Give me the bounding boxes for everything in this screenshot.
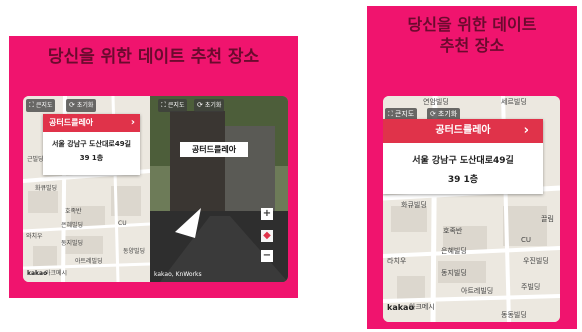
zoom-in-button[interactable]: + <box>261 208 273 220</box>
map-label: 연암빌딩 <box>423 98 449 106</box>
refresh-icon: ⟳ <box>197 101 203 109</box>
expand-icon: ⛶ <box>388 110 393 118</box>
map-label: 끌림 <box>541 215 554 223</box>
big-map-button[interactable]: ⛶ 큰지도 <box>158 99 188 112</box>
reset-button[interactable]: ⟳ 초기화 <box>194 99 225 112</box>
map-label: 동동빌딩 <box>501 311 527 319</box>
minus-icon: − <box>262 250 272 261</box>
place-floor: 39 1층 <box>447 175 479 185</box>
map-label: CU <box>521 236 532 244</box>
map-label: 라치우 <box>387 257 407 265</box>
map-label: 우진빌딩 <box>523 257 549 265</box>
refresh-icon: ⟳ <box>69 101 75 109</box>
place-name-header[interactable]: 공터드를레아 › <box>43 114 140 132</box>
map-label: 세르빌딩 <box>501 98 527 106</box>
map-label: 근빌딩 <box>27 156 44 163</box>
map-label: 아트레빌딩 <box>461 287 494 295</box>
place-address: 서울 강남구 도산대로49길 <box>51 140 131 148</box>
place-name-header[interactable]: 공터드를레아 › <box>383 119 543 143</box>
plus-icon: + <box>262 208 272 219</box>
map-label: 은혜빌딩 <box>61 222 84 229</box>
map-widget[interactable]: ⛶ 큰지도 ⟳ 초기화 공터드를레아 › 서울 강남구 도산대로49길 39 1층 … <box>23 96 288 282</box>
kakao-logo: kakao <box>27 270 48 277</box>
map-label: 동지빌딩 <box>61 240 84 247</box>
place-card[interactable]: 공터드를레아 › 서울 강남구 도산대로49길 39 1층 <box>383 119 543 194</box>
map-label: 주빌딩 <box>521 283 541 291</box>
roadview-pane[interactable]: ⛶ 큰지도 ⟳ 초기화 공터드를레아 + ◆ − kakao, KnWorks <box>150 96 288 282</box>
expand-icon: ⛶ <box>29 101 34 109</box>
right-panel: 당신을 위한 데이트 추천 장소 연암빌딩 세르빌딩 화큐빌딩 호족반 은혜빌딩… <box>367 6 577 329</box>
map-label: 화큐빌딩 <box>35 185 58 192</box>
place-card[interactable]: 공터드를레아 › 서울 강남구 도산대로49길 39 1층 <box>43 114 140 175</box>
map-widget[interactable]: 연암빌딩 세르빌딩 화큐빌딩 호족반 은혜빌딩 동지빌딩 아트레빌딩 아크메시 … <box>383 96 560 322</box>
map-label: 동양빌딩 <box>123 248 146 255</box>
chevron-right-icon: › <box>130 117 135 128</box>
left-panel: 당신을 위한 데이트 추천 장소 ⛶ 큰지도 ⟳ 초기화 공터드를레아 › 서울 강… <box>9 36 298 298</box>
panel-title: 당신을 위한 데이트 추천 장소 <box>47 47 260 67</box>
place-floor: 39 1층 <box>79 154 104 162</box>
roadview-place-label: 공터드를레아 <box>180 142 248 157</box>
map-label: CU <box>118 220 127 227</box>
compass-icon: ◆ <box>263 230 271 241</box>
compass-button[interactable]: ◆ <box>261 230 273 242</box>
refresh-icon: ⟳ <box>430 110 436 118</box>
map-label: 와치우 <box>26 233 43 240</box>
panel-title: 당신을 위한 데이트 추천 장소 <box>407 15 537 55</box>
roadview-brand: kakao, KnWorks <box>154 271 202 278</box>
chevron-right-icon: › <box>523 123 529 138</box>
expand-icon: ⛶ <box>161 101 166 109</box>
map-label: 은혜빌딩 <box>441 247 467 255</box>
arrow-icon[interactable] <box>175 208 225 242</box>
zoom-out-button[interactable]: − <box>261 250 273 262</box>
map-label: 동지빌딩 <box>441 269 467 277</box>
place-address: 서울 강남구 도산대로49길 <box>412 156 514 166</box>
kakao-logo: kakao <box>387 303 414 312</box>
reset-button[interactable]: ⟳ 초기화 <box>66 99 97 112</box>
map-label: 호족반 <box>65 208 82 215</box>
map-label: 아크메시 <box>45 270 68 277</box>
map-label: 호족반 <box>443 227 463 235</box>
map-label: 화큐빌딩 <box>401 201 427 209</box>
big-map-button[interactable]: ⛶ 큰지도 <box>26 99 56 112</box>
map-label: 아트레빌딩 <box>75 258 103 265</box>
